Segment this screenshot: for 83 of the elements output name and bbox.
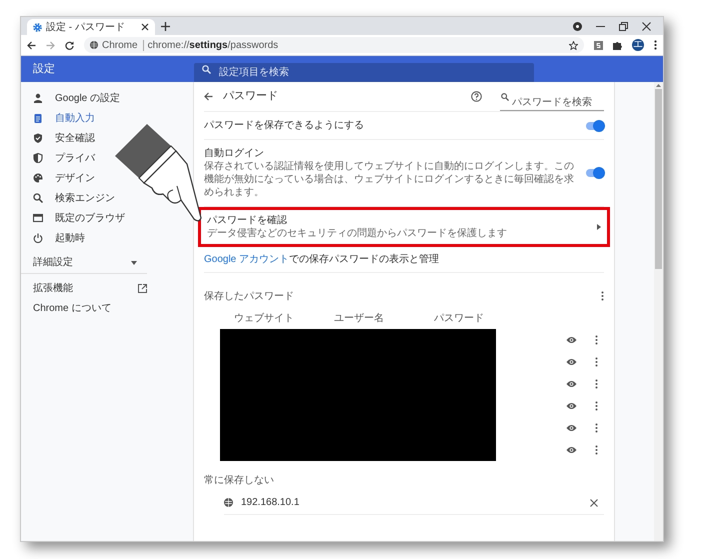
scrollbar-thumb[interactable] [655,89,662,269]
sidebar-item[interactable]: プライバ [55,150,95,166]
eye-icon[interactable] [566,336,577,344]
palette-icon [33,173,43,183]
column-header: ウェブサイト [234,312,295,326]
toggle-switch[interactable] [586,169,604,177]
search-icon [501,92,509,100]
tab-title: 設定 - パスワード [46,20,126,34]
address-bar[interactable]: Chrome chrome://settings/passwords [84,37,584,53]
column-header: ユーザー名 [334,312,385,326]
scrollbar[interactable] [654,82,663,541]
person-icon [33,93,43,103]
external-link-icon[interactable] [138,284,147,292]
more-icon[interactable] [595,401,598,411]
more-icon[interactable] [595,335,598,345]
browser-window-icon [33,213,43,223]
column-header: パスワード [434,312,485,326]
reload-icon[interactable] [65,40,74,50]
search-icon [33,193,43,203]
back-arrow-icon[interactable] [27,40,36,50]
close-icon[interactable] [590,498,598,506]
gear-icon [33,22,42,32]
restore-icon[interactable] [619,22,628,30]
sidebar-item[interactable]: デザイン [55,170,95,186]
sidebar-item[interactable]: 安全確認 [55,130,95,146]
page-title: パスワード [223,89,279,104]
password-search-field[interactable]: パスワードを検索 [500,94,604,110]
password-check-row[interactable]: パスワードを確認 データ侵害などのセキュリティの問題からパスワードを保護します [198,207,610,247]
globe-icon [90,41,98,49]
url-text: chrome://settings/passwords [148,38,278,52]
close-icon[interactable] [642,22,651,30]
puzzle-icon[interactable] [613,40,622,50]
sidebar-item[interactable]: Google の設定 [55,90,120,106]
setting-description: データ侵害などのセキュリティの問題からパスワードを保護します [207,227,508,240]
caret-right-icon [597,224,601,230]
more-icon[interactable] [595,357,598,367]
site-address: 192.168.10.1 [241,496,300,510]
advanced-settings-label[interactable]: 詳細設定 [33,255,131,270]
settings-title: 設定 [32,62,56,77]
sidebar-item[interactable]: 起動時 [55,230,85,246]
sidebar-link[interactable]: 拡張機能 [33,280,138,296]
setting-label: パスワードを保存できるようにする [204,119,365,132]
sidebar-item[interactable]: 自動入力 [55,110,95,126]
section-title: 保存したパスワード [204,290,295,304]
scroll-up-icon[interactable] [656,84,661,87]
star-icon[interactable] [569,40,578,50]
caret-icon[interactable] [131,260,137,264]
eye-icon[interactable] [566,380,577,388]
more-icon[interactable] [595,445,598,455]
settings-search-field[interactable]: 設定項目を検索 [194,62,534,82]
more-icon[interactable] [601,291,604,301]
more-icon[interactable] [595,379,598,389]
setting-label: パスワードを確認 [207,214,288,227]
clipboard-icon [33,113,43,123]
sidebar-link[interactable]: Chrome について [33,300,147,316]
eye-icon[interactable] [566,446,577,454]
site-label: Chrome [102,40,144,50]
account-link[interactable]: Google アカウント [204,254,290,265]
close-icon[interactable] [141,23,149,31]
help-icon[interactable] [471,91,482,102]
new-tab-icon[interactable] [161,22,170,31]
more-icon[interactable] [595,423,598,433]
profile-avatar[interactable]: エ [632,39,644,51]
menu-icon[interactable] [654,40,657,50]
sidebar-item[interactable]: 既定のブラウザ [55,210,125,226]
eye-icon[interactable] [566,358,577,366]
account-note: Google アカウント での保存パスワードの表示と管理 [204,252,440,267]
setting-label: 自動ログイン [204,147,265,160]
toggle-switch[interactable] [586,122,604,130]
media-icon[interactable] [573,22,582,30]
shield-check-icon [33,133,43,143]
globe-icon [224,498,233,507]
extension-square-icon[interactable] [594,40,603,50]
back-arrow-icon[interactable] [204,92,213,101]
search-icon [202,65,211,74]
section-title: 常に保存しない [204,474,274,488]
power-icon [33,233,43,243]
browser-tab[interactable]: 設定 - パスワード [27,19,155,35]
setting-description: 保存されている認証情報を使用してウェブサイトに自動的にログインします。この機能が無効になっている場合は、ウェブサイトにログインするときに毎回確認を求められます。 [204,160,575,199]
eye-icon[interactable] [566,402,577,410]
eye-icon[interactable] [566,424,577,432]
half-shield-icon [33,153,43,163]
sidebar-item[interactable]: 検索エンジン [55,190,115,206]
